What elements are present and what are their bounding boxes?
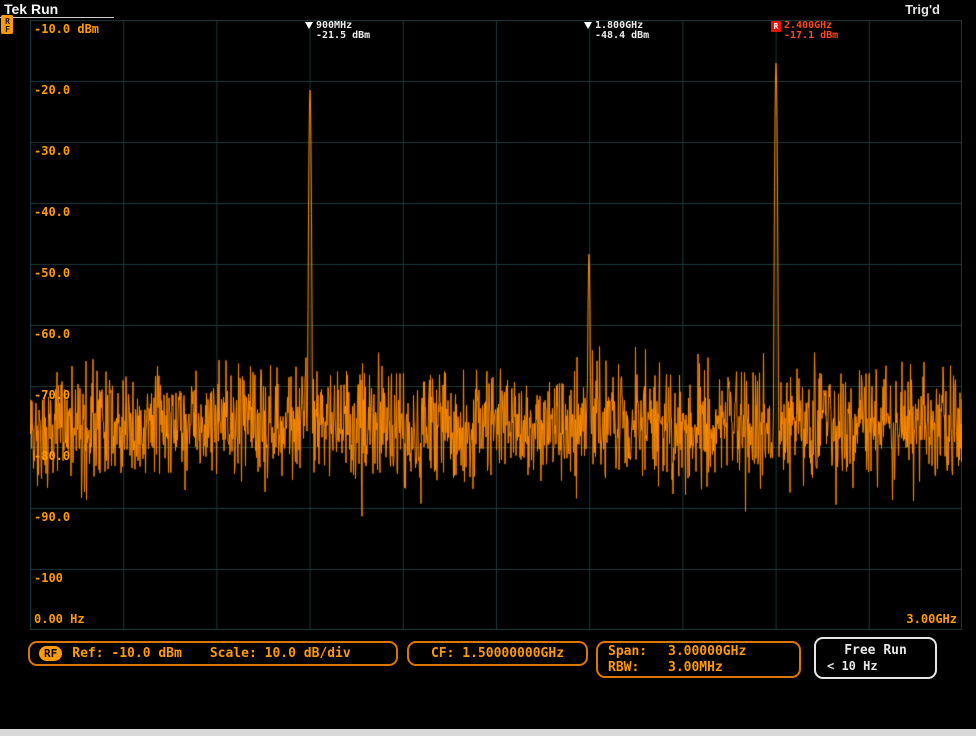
rf-badge: RF bbox=[39, 646, 62, 661]
center-frequency-readout[interactable]: CF: 1.50000000GHz bbox=[407, 641, 588, 666]
trigger-mode: Free Run bbox=[822, 643, 929, 658]
scale-readout: Scale: 10.0 dB/div bbox=[210, 646, 351, 661]
rf-reference-level-badge[interactable]: RF bbox=[1, 15, 13, 34]
marker-label: 1.800GHz-48.4 dBm bbox=[595, 21, 649, 41]
plot-area: -10.0 dBm-20.0-30.0-40.0-50.0-60.0-70.0-… bbox=[30, 20, 962, 630]
peak-marker-readout[interactable]: 1.800GHz-48.4 dBm bbox=[584, 21, 649, 41]
header-underline bbox=[0, 17, 114, 18]
screen: Tek Run Trig'd RF -10.0 dBm-20.0-30.0-40… bbox=[0, 0, 976, 736]
marker-triangle-icon bbox=[305, 22, 313, 29]
reference-marker-icon: R bbox=[771, 21, 781, 32]
span-label: Span: bbox=[608, 644, 668, 659]
trigger-readout[interactable]: Free Run < 10 Hz bbox=[814, 637, 937, 679]
span-rbw-readout[interactable]: Span: 3.00000GHz RBW: 3.00MHz bbox=[596, 641, 801, 678]
rbw-value: 3.00MHz bbox=[668, 660, 789, 675]
span-value: 3.00000GHz bbox=[668, 644, 789, 659]
trigger-rate: < 10 Hz bbox=[822, 659, 929, 673]
marker-label: 900MHz-21.5 dBm bbox=[316, 21, 370, 41]
rf-channel-readout[interactable]: RF Ref: -10.0 dBm Scale: 10.0 dB/div bbox=[28, 641, 398, 666]
ref-level-readout: Ref: -10.0 dBm bbox=[72, 646, 182, 661]
trigger-status: Trig'd bbox=[905, 2, 940, 17]
bezel-strip bbox=[0, 729, 976, 736]
rbw-label: RBW: bbox=[608, 660, 668, 675]
marker-layer: 900MHz-21.5 dBm 1.800GHz-48.4 dBm R2.400GH… bbox=[30, 20, 962, 630]
marker-label: 2.400GHz-17.1 dBm bbox=[784, 21, 838, 41]
marker-triangle-icon bbox=[584, 22, 592, 29]
cf-value: CF: 1.50000000GHz bbox=[431, 646, 564, 661]
peak-marker-readout[interactable]: 900MHz-21.5 dBm bbox=[305, 21, 370, 41]
reference-marker-readout[interactable]: R2.400GHz-17.1 dBm bbox=[771, 21, 838, 41]
